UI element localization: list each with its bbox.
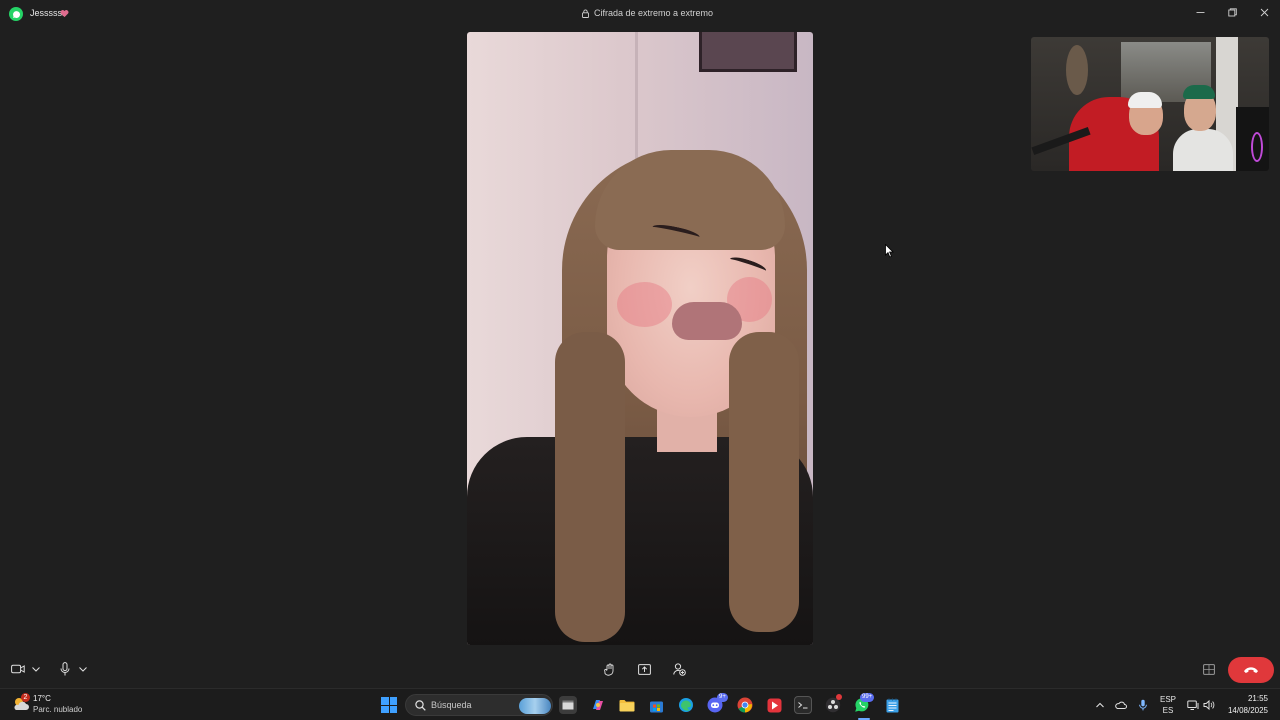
- network-icon[interactable]: [1187, 699, 1199, 711]
- taskbar-app-file-explorer[interactable]: [618, 696, 636, 714]
- taskbar-app-notepad[interactable]: [883, 696, 901, 714]
- language-indicator-top[interactable]: ESP: [1157, 695, 1179, 704]
- store-icon: [649, 701, 663, 712]
- encryption-status: Cifrada de extremo a extremo: [582, 8, 713, 18]
- discord-notification-badge: 9+: [717, 693, 728, 702]
- video-camera-icon: [11, 664, 25, 674]
- taskbar-app-command-prompt[interactable]: [794, 696, 812, 714]
- weather-temperature: 17°C: [33, 694, 51, 703]
- taskbar-app-copilot[interactable]: [589, 696, 607, 714]
- end-call-button[interactable]: [1228, 657, 1274, 683]
- encryption-label: Cifrada de extremo a extremo: [594, 8, 714, 18]
- media-app-icon: [767, 698, 781, 712]
- minimize-button[interactable]: [1184, 0, 1216, 24]
- search-placeholder: Búsqueda: [431, 700, 472, 710]
- title-bar: Jessssss Cifrada de extremo a extremo: [0, 0, 1280, 28]
- windows-logo-pane: [381, 697, 389, 705]
- mouse-cursor-icon: [885, 244, 894, 258]
- close-icon: [1260, 8, 1268, 16]
- minimize-icon: [1196, 11, 1204, 13]
- whatsapp-call-window: Jessssss Cifrada de extremo a extremo 2 …: [0, 0, 1280, 720]
- camera-button[interactable]: [10, 661, 26, 677]
- microphone-in-use-icon[interactable]: [1137, 699, 1149, 711]
- windows-logo-pane: [389, 697, 397, 705]
- add-participant-button[interactable]: [671, 661, 687, 677]
- layout-grid-icon: [1203, 663, 1215, 675]
- whatsapp-notification-badge: 99+: [860, 693, 875, 702]
- self-video-lamp: [1066, 45, 1088, 95]
- call-controls-bar: [0, 651, 1280, 687]
- taskbar-app-store[interactable]: [647, 696, 665, 714]
- language-indicator-bottom: ES: [1162, 706, 1174, 715]
- raise-hand-icon: [604, 663, 614, 676]
- clock-date: 14/08/2025: [1227, 706, 1268, 715]
- windows-logo-pane: [389, 705, 397, 713]
- taskbar-app-edge[interactable]: [677, 696, 695, 714]
- start-button[interactable]: [381, 697, 397, 713]
- windows-logo-pane: [381, 705, 389, 713]
- notepad-icon: [886, 698, 898, 712]
- self-video-cap: [1183, 85, 1215, 99]
- raise-hand-button[interactable]: [602, 661, 618, 677]
- share-screen-button[interactable]: [636, 661, 652, 677]
- self-video-person: [1173, 129, 1233, 171]
- video-picture-frame: [699, 32, 797, 72]
- terminal-icon: [562, 700, 574, 710]
- microphone-icon: [60, 662, 70, 676]
- whatsapp-icon: [9, 7, 23, 21]
- copilot-icon: [593, 700, 603, 710]
- search-highlight-image: [519, 698, 551, 714]
- heart-icon: [60, 10, 69, 18]
- search-icon: [415, 700, 426, 711]
- volume-icon[interactable]: [1203, 699, 1215, 711]
- video-cheek: [617, 282, 672, 327]
- camera-options-button[interactable]: [31, 664, 41, 674]
- video-hair-strand: [729, 332, 799, 632]
- close-button[interactable]: [1248, 0, 1280, 24]
- video-lips: [672, 302, 742, 340]
- clock-time[interactable]: 21:55: [1222, 694, 1268, 703]
- chevron-down-icon: [79, 666, 87, 672]
- chrome-icon: [737, 697, 753, 713]
- self-video-cap: [1128, 92, 1162, 108]
- maximize-button[interactable]: [1216, 0, 1248, 24]
- share-screen-icon: [637, 663, 651, 675]
- end-call-icon: [1244, 667, 1258, 673]
- video-hair-strand: [555, 332, 625, 642]
- remote-video: [467, 32, 813, 645]
- add-person-icon: [672, 662, 686, 676]
- taskbar-app-terminal[interactable]: [559, 696, 577, 714]
- command-prompt-icon: [798, 702, 808, 709]
- taskbar: 2 17°C Parc. nublado Búsqueda 9+ 99+ ESP…: [0, 688, 1280, 720]
- onedrive-cloud-icon[interactable]: [1115, 699, 1127, 711]
- obs-recording-dot: [836, 694, 842, 700]
- lock-icon: [582, 9, 589, 18]
- layout-button[interactable]: [1201, 661, 1217, 677]
- taskbar-app-chrome[interactable]: [736, 696, 754, 714]
- microphone-button[interactable]: [58, 661, 72, 677]
- folder-icon: [619, 699, 635, 711]
- taskbar-app-media[interactable]: [765, 696, 783, 714]
- self-video-preview[interactable]: [1031, 37, 1269, 171]
- self-video-rgb-light: [1251, 132, 1263, 162]
- microphone-options-button[interactable]: [78, 664, 88, 674]
- weather-description: Parc. nublado: [33, 705, 83, 714]
- chevron-down-icon: [32, 666, 40, 672]
- weather-alert-badge: 2: [21, 693, 30, 702]
- show-hidden-icons-chevron-up-icon[interactable]: [1094, 699, 1106, 711]
- maximize-icon: [1227, 7, 1237, 16]
- taskbar-search[interactable]: Búsqueda: [405, 694, 553, 716]
- edge-icon: [679, 698, 693, 712]
- window-controls: [1184, 0, 1280, 24]
